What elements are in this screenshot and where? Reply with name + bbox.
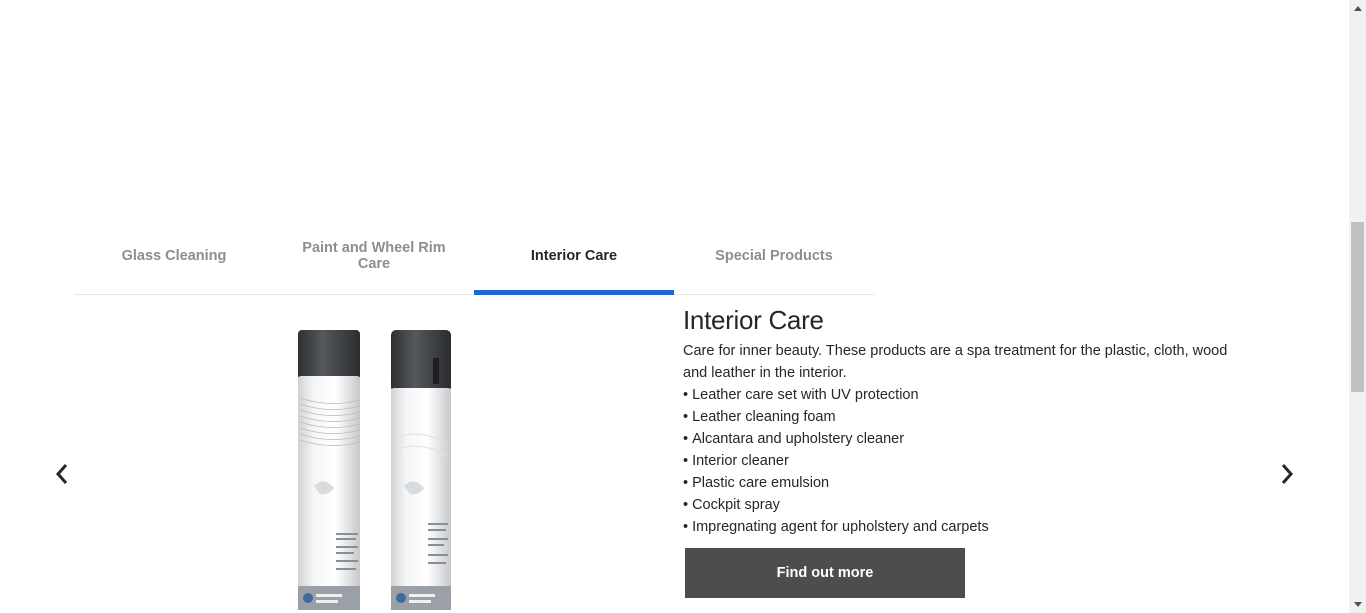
panel-title: Interior Care <box>683 305 824 335</box>
tab-label: Glass Cleaning <box>121 248 227 264</box>
scroll-down-button[interactable] <box>1349 596 1366 613</box>
product-image <box>280 318 480 613</box>
panel-description: Care for inner beauty. These products ar… <box>683 343 1228 381</box>
list-item: Cockpit spray <box>683 494 1243 516</box>
scroll-up-button[interactable] <box>1349 0 1366 17</box>
tab-paint-and-wheel-rim-care[interactable]: Paint and Wheel Rim Care <box>274 218 474 294</box>
scrollbar-thumb[interactable] <box>1351 222 1364 392</box>
list-item: Interior cleaner <box>683 450 1243 472</box>
list-item: Plastic care emulsion <box>683 472 1243 494</box>
product-list: Leather care set with UV protection Leat… <box>683 384 1243 538</box>
tab-label: Paint and Wheel Rim Care <box>302 240 446 272</box>
tab-interior-care[interactable]: Interior Care <box>474 218 674 295</box>
find-out-more-button[interactable]: Find out more <box>685 548 965 598</box>
caret-up-icon <box>1353 6 1362 11</box>
caret-down-icon <box>1353 602 1362 607</box>
tab-list: Glass Cleaning Paint and Wheel Rim Care … <box>74 218 875 295</box>
carousel-next-button[interactable] <box>1271 458 1303 490</box>
tab-special-products[interactable]: Special Products <box>674 218 874 294</box>
list-item: Alcantara and upholstery cleaner <box>683 428 1243 450</box>
tab-label: Interior Care <box>530 248 618 264</box>
page: Glass Cleaning Paint and Wheel Rim Care … <box>0 0 1349 613</box>
list-item: Leather care set with UV protection <box>683 384 1243 406</box>
chevron-left-icon <box>55 464 68 484</box>
panel-content: Interior Care Care for inner beauty. The… <box>683 304 1243 538</box>
tab-glass-cleaning[interactable]: Glass Cleaning <box>74 218 274 294</box>
chevron-right-icon <box>1281 464 1294 484</box>
list-item: Leather cleaning foam <box>683 406 1243 428</box>
tab-label: Special Products <box>715 248 833 264</box>
carousel-prev-button[interactable] <box>46 458 78 490</box>
list-item: Impregnating agent for upholstery and ca… <box>683 516 1243 538</box>
